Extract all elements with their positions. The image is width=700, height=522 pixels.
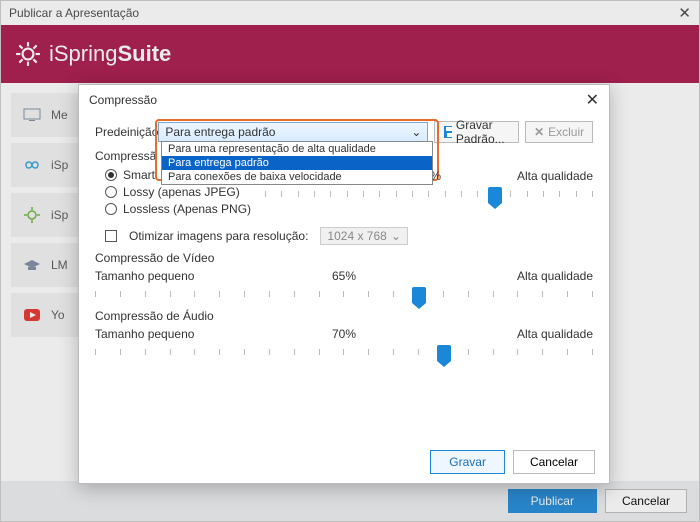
modal-body: Predeinição Para entrega padrão ⌄ Gravar…	[79, 115, 609, 441]
image-slider-thumb[interactable]	[488, 187, 502, 203]
radio-lossless-label: Lossless (Apenas PNG)	[123, 202, 251, 216]
small-size-label: Tamanho pequeno	[95, 327, 194, 341]
audio-slider-row: Tamanho pequeno 70% Alta qualidade	[95, 327, 593, 357]
high-quality-label: Alta qualidade	[517, 327, 593, 341]
preset-label: Predeinição	[95, 125, 158, 139]
save-default-label: Gravar Padrão...	[456, 118, 510, 146]
modal-footer: Gravar Cancelar	[79, 441, 609, 483]
optimize-checkbox[interactable]	[105, 230, 117, 242]
save-default-button[interactable]: Gravar Padrão...	[434, 121, 519, 143]
radio-lossy[interactable]: Lossy (apenas JPEG)	[105, 185, 265, 199]
high-quality-label: Alta qualidade	[517, 269, 593, 283]
audio-compression-heading: Compressão de Áudio	[95, 309, 593, 323]
preset-option-low[interactable]: Para conexões de baixa velocidade	[162, 170, 432, 184]
video-slider-thumb[interactable]	[412, 287, 426, 303]
audio-slider-thumb[interactable]	[437, 345, 451, 361]
radio-smart-label: Smart	[123, 168, 155, 182]
image-slider-track[interactable]	[265, 189, 593, 199]
radio-icon	[105, 203, 117, 215]
save-button[interactable]: Gravar	[430, 450, 505, 474]
high-quality-label: Alta qualidade	[517, 169, 593, 183]
chevron-down-icon: ⌄	[391, 229, 401, 243]
preset-option-hq[interactable]: Para uma representação de alta qualidade	[162, 142, 432, 156]
preset-dropdown[interactable]: Para entrega padrão ⌄	[158, 122, 428, 142]
delete-preset-button[interactable]: ✕ Excluir	[525, 121, 593, 143]
preset-row: Predeinição Para entrega padrão ⌄ Gravar…	[95, 121, 593, 143]
modal-titlebar: Compressão ✕	[79, 85, 609, 115]
delete-label: Excluir	[548, 125, 584, 139]
audio-pct: 70%	[332, 327, 356, 341]
radio-lossy-label: Lossy (apenas JPEG)	[123, 185, 240, 199]
resolution-select[interactable]: 1024 x 768 ⌄	[320, 227, 407, 245]
resolution-value: 1024 x 768	[327, 229, 386, 243]
modal-close-icon[interactable]: ✕	[586, 90, 599, 110]
radio-lossless[interactable]: Lossless (Apenas PNG)	[105, 202, 265, 216]
video-slider-row: Tamanho pequeno 65% Alta qualidade	[95, 269, 593, 299]
optimize-label: Otimizar imagens para resolução:	[129, 229, 308, 243]
radio-icon	[105, 169, 117, 181]
floppy-icon	[443, 125, 452, 139]
radio-icon	[105, 186, 117, 198]
preset-selected: Para entrega padrão	[165, 125, 275, 139]
audio-slider-track[interactable]	[95, 347, 593, 357]
compression-dialog: Compressão ✕ Predeinição Para entrega pa…	[78, 84, 610, 484]
video-pct: 65%	[332, 269, 356, 283]
preset-dropdown-list: Para uma representação de alta qualidade…	[161, 141, 433, 185]
modal-title: Compressão	[89, 93, 586, 107]
video-slider-track[interactable]	[95, 289, 593, 299]
small-size-label: Tamanho pequeno	[95, 269, 194, 283]
preset-option-standard[interactable]: Para entrega padrão	[162, 156, 432, 170]
chevron-down-icon: ⌄	[411, 125, 421, 139]
x-icon: ✕	[534, 125, 544, 139]
cancel-button[interactable]: Cancelar	[513, 450, 595, 474]
video-compression-heading: Compressão de Vídeo	[95, 251, 593, 265]
